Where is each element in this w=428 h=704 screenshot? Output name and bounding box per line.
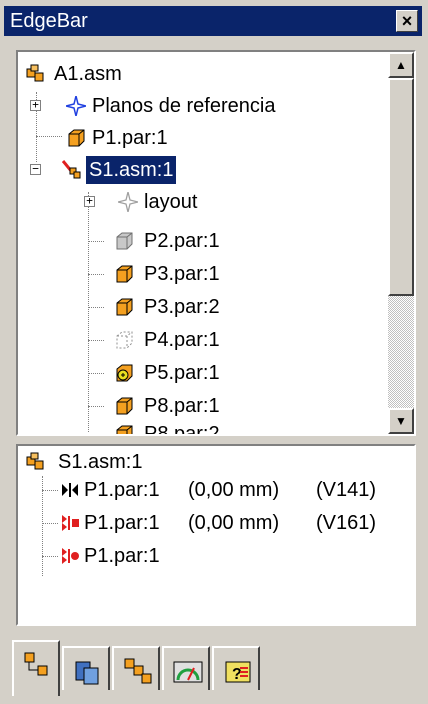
relation-part-label: P1.par:1 xyxy=(84,479,160,501)
assembly-icon xyxy=(26,452,44,470)
tree-item-a1-asm[interactable]: A1.asm xyxy=(22,60,382,88)
tab-parts-library[interactable] xyxy=(62,646,110,690)
part-icon xyxy=(116,397,133,415)
window-title: EdgeBar xyxy=(10,10,88,32)
assembly-icon xyxy=(26,64,44,82)
relation-code: (V161) xyxy=(316,512,377,534)
tree-item-label: P8.par:1 xyxy=(144,395,220,417)
tab-sensors[interactable] xyxy=(162,646,210,690)
relation-value: (0,00 mm) xyxy=(188,479,280,501)
tree-item-label: Planos de referencia xyxy=(92,95,276,117)
part-icon xyxy=(68,129,85,147)
axial-relation-icon xyxy=(62,548,79,564)
relation-value: (0,00 mm) xyxy=(188,512,280,534)
tree-item-label: P5.par:1 xyxy=(144,362,220,384)
tree-item-label: layout xyxy=(144,191,198,213)
part-icon xyxy=(116,425,133,434)
tree-item-label: P2.par:1 xyxy=(144,230,220,252)
mate-relation-icon xyxy=(62,515,79,531)
close-button[interactable]: × xyxy=(396,10,418,32)
tree-item-p3-par-1[interactable]: P3.par:1 xyxy=(22,260,382,288)
tab-assembly-pathfinder[interactable] xyxy=(12,640,60,696)
tree-item-label: P3.par:1 xyxy=(144,263,220,285)
tree-item-p4-par[interactable]: P4.par:1 xyxy=(22,326,382,354)
tree-item-label: P3.par:2 xyxy=(144,296,220,318)
relations-header-label: S1.asm:1 xyxy=(58,451,143,473)
tree-item-p5-par[interactable]: P5.par:1 xyxy=(22,359,382,387)
tree-item-label: P8.par:2 xyxy=(144,423,220,436)
relation-item[interactable]: P1.par:1 (0,00 mm) (V161) xyxy=(22,509,402,537)
tree-scrollbar[interactable]: ▲ ▼ xyxy=(388,52,414,434)
part-gray-icon xyxy=(116,232,133,250)
tree-item-p2-par[interactable]: P2.par:1 xyxy=(22,227,382,255)
tree-item-p8-par-1[interactable]: P8.par:1 xyxy=(22,392,382,420)
tree-item-p8-par-2[interactable]: P8.par:2 xyxy=(22,420,382,436)
sensor-gauge-icon xyxy=(173,661,203,683)
assembly-pathfinder-icon xyxy=(24,652,48,676)
feature-library-icon xyxy=(124,658,152,684)
parts-library-icon xyxy=(75,661,99,685)
tree-item-label: P1.par:1 xyxy=(92,127,168,149)
tree-item-label: A1.asm xyxy=(54,63,122,85)
assembly-tree-pane[interactable]: A1.asm + Planos de referencia P1.par:1 −… xyxy=(16,50,416,436)
part-icon xyxy=(116,298,133,316)
tab-help[interactable]: ? xyxy=(212,646,260,690)
part-hidden-icon xyxy=(116,331,133,349)
tree-item-reference-planes[interactable]: Planos de referencia xyxy=(22,92,382,120)
relation-part-label: P1.par:1 xyxy=(84,545,160,567)
offset-relation-icon xyxy=(62,483,78,497)
help-topics-icon: ? xyxy=(225,661,251,683)
relation-item[interactable]: P1.par:1 (0,00 mm) (V141) xyxy=(22,476,402,504)
tree-item-p3-par-2[interactable]: P3.par:2 xyxy=(22,293,382,321)
edgebar-tabs: ? xyxy=(12,640,422,696)
scroll-down-button[interactable]: ▼ xyxy=(388,408,414,434)
title-bar: EdgeBar × xyxy=(4,6,422,36)
tree-item-label: P4.par:1 xyxy=(144,329,220,351)
scroll-up-button[interactable]: ▲ xyxy=(388,52,414,78)
part-icon xyxy=(116,265,133,283)
relationships-pane[interactable]: S1.asm:1 P1.par:1 (0,00 mm) (V141) P1.pa… xyxy=(16,444,416,626)
scroll-track[interactable] xyxy=(388,296,414,408)
tree-item-p1-par[interactable]: P1.par:1 xyxy=(22,124,382,152)
tab-feature-library[interactable] xyxy=(112,646,160,690)
relation-part-label: P1.par:1 xyxy=(84,512,160,534)
relation-item[interactable]: P1.par:1 xyxy=(22,542,402,570)
tree-item-label: S1.asm:1 xyxy=(86,156,177,184)
relations-header[interactable]: S1.asm:1 xyxy=(22,448,402,476)
subassembly-active-icon xyxy=(62,160,81,179)
reference-planes-icon xyxy=(66,96,86,116)
tree-item-layout[interactable]: layout xyxy=(22,188,382,216)
tree-item-s1-asm[interactable]: S1.asm:1 xyxy=(22,156,382,184)
part-marked-icon xyxy=(116,364,133,382)
scroll-thumb[interactable] xyxy=(388,78,414,296)
relation-code: (V141) xyxy=(316,479,377,501)
layout-icon xyxy=(118,192,138,212)
